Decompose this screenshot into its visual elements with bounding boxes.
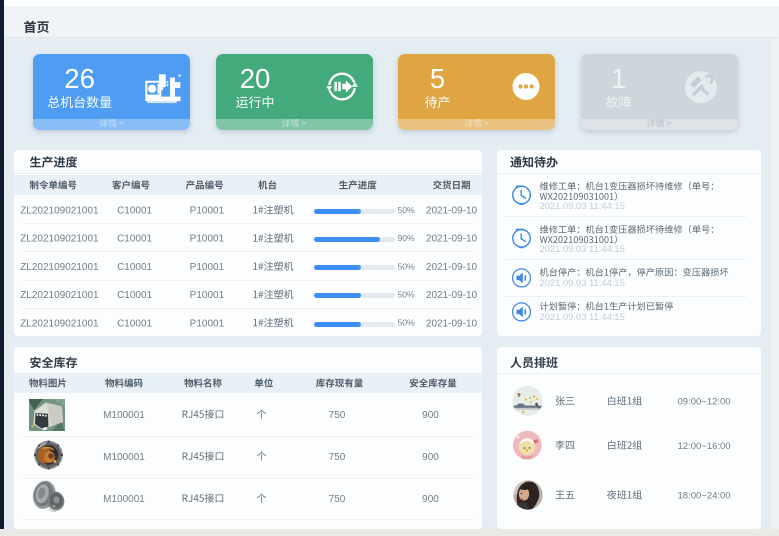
svg-text:ZL202109021001: ZL202109021001 bbox=[20, 290, 99, 301]
svg-text:P10001: P10001 bbox=[190, 206, 225, 217]
svg-text:50%: 50% bbox=[398, 205, 416, 215]
svg-text:900: 900 bbox=[422, 410, 439, 421]
svg-text:750: 750 bbox=[329, 494, 346, 505]
svg-text:50%: 50% bbox=[398, 261, 416, 271]
svg-text:2021.09.03 11:44:15: 2021.09.03 11:44:15 bbox=[540, 311, 625, 322]
svg-text:ZL202109021001: ZL202109021001 bbox=[20, 318, 99, 329]
svg-text:ZL202109021001: ZL202109021001 bbox=[20, 206, 99, 217]
svg-text:2021.09.03 11:44:15: 2021.09.03 11:44:15 bbox=[540, 277, 625, 288]
svg-text:1: 1 bbox=[611, 63, 626, 94]
svg-text:2021-09-10: 2021-09-10 bbox=[426, 290, 478, 301]
svg-text:P10001: P10001 bbox=[190, 262, 225, 273]
svg-text:50%: 50% bbox=[398, 318, 416, 328]
svg-text:P10001: P10001 bbox=[190, 234, 225, 245]
svg-text:ZL202109021001: ZL202109021001 bbox=[20, 234, 99, 245]
svg-text:P10001: P10001 bbox=[190, 290, 225, 301]
svg-text:750: 750 bbox=[329, 452, 346, 463]
svg-text:2021-09-10: 2021-09-10 bbox=[426, 318, 478, 329]
svg-text:26: 26 bbox=[64, 63, 95, 94]
svg-text:2021.09.03 11:44:15: 2021.09.03 11:44:15 bbox=[540, 243, 625, 254]
svg-text:2021-09-10: 2021-09-10 bbox=[426, 262, 478, 273]
svg-text:09:00~12:00: 09:00~12:00 bbox=[678, 397, 731, 408]
svg-text:50%: 50% bbox=[398, 290, 416, 300]
svg-text:90%: 90% bbox=[398, 233, 416, 243]
svg-text:C10001: C10001 bbox=[117, 234, 152, 245]
svg-text:18:00~24:00: 18:00~24:00 bbox=[678, 491, 731, 502]
svg-text:20: 20 bbox=[240, 63, 271, 94]
svg-text:5: 5 bbox=[430, 63, 445, 94]
svg-text:2021-09-10: 2021-09-10 bbox=[426, 206, 478, 217]
svg-text:750: 750 bbox=[329, 410, 346, 421]
svg-text:2021.09.03 11:44:15: 2021.09.03 11:44:15 bbox=[540, 200, 625, 211]
svg-text:900: 900 bbox=[422, 494, 439, 505]
svg-text:900: 900 bbox=[422, 452, 439, 463]
svg-text:2021-09-10: 2021-09-10 bbox=[426, 234, 478, 245]
svg-text:C10001: C10001 bbox=[117, 318, 152, 329]
svg-text:M100001: M100001 bbox=[103, 410, 145, 421]
svg-text:M100001: M100001 bbox=[103, 494, 145, 505]
svg-text:C10001: C10001 bbox=[117, 290, 152, 301]
svg-text:12:00~16:00: 12:00~16:00 bbox=[678, 441, 731, 452]
svg-text:M100001: M100001 bbox=[103, 452, 145, 463]
svg-text:C10001: C10001 bbox=[117, 262, 152, 273]
svg-text:C10001: C10001 bbox=[117, 206, 152, 217]
svg-text:P10001: P10001 bbox=[190, 318, 225, 329]
svg-text:ZL202109021001: ZL202109021001 bbox=[20, 262, 99, 273]
